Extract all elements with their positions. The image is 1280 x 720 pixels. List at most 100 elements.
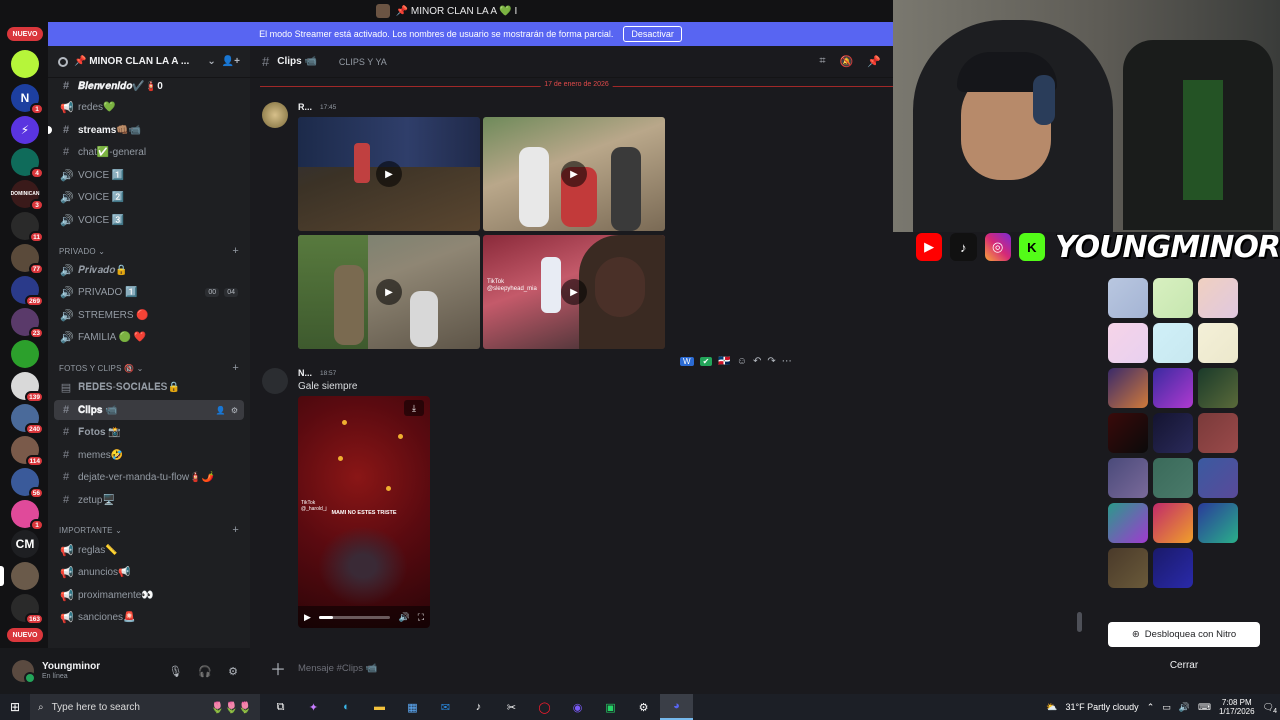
channel-dejate-ver[interactable]: # dejate-ver-manda-tu-flow🧯🌶️ bbox=[54, 467, 244, 487]
add-channel-icon[interactable]: + bbox=[232, 362, 239, 374]
server-icon[interactable]: 163 bbox=[11, 594, 44, 625]
theme-swatch[interactable] bbox=[1108, 503, 1148, 543]
channel-stremers[interactable]: 🔊 STREMERS 🔴 bbox=[54, 305, 244, 325]
channel-clips[interactable]: # 𝐂𝐥𝐢𝐩𝐬 📹 👤 ⚙ bbox=[54, 400, 244, 420]
more-icon[interactable]: ⋯ bbox=[782, 356, 792, 367]
channel-reglas[interactable]: 📢 reglas📏 bbox=[54, 540, 244, 560]
theme-swatch[interactable] bbox=[1108, 368, 1148, 408]
weather-text[interactable]: 31°F Partly cloudy bbox=[1066, 702, 1139, 712]
theme-swatch[interactable] bbox=[1198, 458, 1238, 498]
streaming-app-icon[interactable]: ⚙ bbox=[627, 694, 660, 720]
invite-people-icon[interactable]: 👤+ bbox=[222, 56, 240, 67]
category-importante[interactable]: IMPORTANTE ⌄ + bbox=[59, 523, 239, 537]
search-app-icon[interactable]: ◉ bbox=[561, 694, 594, 720]
volume-icon[interactable]: 🔊 bbox=[1179, 702, 1190, 713]
server-icon[interactable]: 139 bbox=[11, 372, 44, 403]
channel-bienvenido[interactable]: # 𝑩𝒊𝒆𝒏𝒗𝒆𝒏𝒊𝒅𝒐✔️🧯0 bbox=[54, 76, 244, 96]
channel-voice-2[interactable]: 🔊 VOICE 2️⃣ bbox=[54, 187, 244, 207]
taskbar-search[interactable]: ⌕ Type here to search 🌷🌷🌷 bbox=[30, 694, 260, 720]
gear-icon[interactable]: ⚙ bbox=[231, 406, 238, 415]
message-author[interactable]: R... bbox=[298, 102, 312, 112]
add-channel-icon[interactable]: + bbox=[232, 524, 239, 536]
server-icon[interactable]: 1 bbox=[11, 500, 44, 531]
server-icon[interactable]: N1 bbox=[11, 84, 44, 115]
whatsapp-icon[interactable]: ▣ bbox=[594, 694, 627, 720]
channel-familia[interactable]: 🔊 FAMILIA 🟢 ❤️ bbox=[54, 327, 244, 347]
server-icon[interactable]: 269 bbox=[11, 276, 44, 307]
add-reaction-icon[interactable]: ☺ bbox=[737, 356, 747, 367]
new-badge-bottom[interactable]: NUEVO bbox=[7, 628, 43, 642]
avatar[interactable] bbox=[12, 660, 36, 684]
video-progress-bar[interactable] bbox=[318, 615, 391, 619]
theme-swatch[interactable] bbox=[1198, 278, 1238, 318]
ime-icon[interactable]: ⌨ bbox=[1198, 702, 1211, 713]
message-input[interactable]: Mensaje #Clips 📹 bbox=[298, 663, 377, 674]
theme-swatch[interactable] bbox=[1153, 458, 1193, 498]
theme-swatch[interactable] bbox=[1153, 278, 1193, 318]
category-fotos-clips[interactable]: FOTOS Y CLIPS 🔞 ⌄ + bbox=[59, 361, 239, 375]
server-icon[interactable]: 11 bbox=[11, 212, 44, 243]
new-badge-top[interactable]: NUEVO bbox=[7, 27, 43, 41]
video-attachment[interactable]: ▶ bbox=[298, 117, 480, 231]
reaction-check-icon[interactable]: ✔ bbox=[699, 357, 713, 366]
mute-bell-icon[interactable]: 🔕 bbox=[840, 55, 854, 68]
pin-icon[interactable]: 📌 bbox=[867, 55, 881, 68]
play-icon[interactable]: ▶ bbox=[561, 161, 587, 187]
video-attachment[interactable]: TikTok @sleepyhead_mia ▶ bbox=[483, 235, 665, 349]
theme-swatch[interactable] bbox=[1198, 503, 1238, 543]
threads-icon[interactable]: ⌗ bbox=[819, 55, 825, 68]
add-attachment-icon[interactable]: ＋ bbox=[270, 656, 286, 680]
server-icon[interactable]: 23 bbox=[11, 308, 44, 339]
channel-voice-1[interactable]: 🔊 VOICE 1️⃣ bbox=[54, 165, 244, 185]
server-icon[interactable]: 56 bbox=[11, 468, 44, 499]
theme-swatch[interactable] bbox=[1198, 323, 1238, 363]
video-attachment[interactable]: ▶ bbox=[483, 117, 665, 231]
channel-streams[interactable]: # streams👊🏽📹 bbox=[48, 120, 244, 140]
add-channel-icon[interactable]: + bbox=[232, 245, 239, 257]
channel-redes[interactable]: 📢 redes💚 bbox=[54, 97, 244, 117]
clock[interactable]: 7:08 PM 1/17/2026 bbox=[1219, 698, 1255, 716]
server-icon[interactable]: DOMINICAN 3 bbox=[11, 180, 44, 211]
avatar[interactable] bbox=[262, 102, 288, 128]
avatar[interactable] bbox=[262, 368, 288, 394]
tiktok-app-icon[interactable]: ♪ bbox=[462, 694, 495, 720]
server-icon[interactable]: CM bbox=[11, 530, 39, 558]
theme-swatch[interactable] bbox=[1108, 458, 1148, 498]
headphones-icon[interactable]: 🎧 bbox=[198, 665, 212, 678]
server-icon[interactable] bbox=[11, 50, 39, 78]
theme-swatch[interactable] bbox=[1153, 323, 1193, 363]
fullscreen-icon[interactable]: ⛶ bbox=[418, 612, 424, 623]
close-button[interactable]: Cerrar bbox=[1108, 660, 1260, 678]
server-icon[interactable] bbox=[0, 562, 39, 590]
channel-topic[interactable]: CLIPS Y YA bbox=[339, 57, 387, 67]
show-hidden-icons-icon[interactable]: ⌃ bbox=[1147, 702, 1155, 713]
deactivate-button[interactable]: Desactivar bbox=[623, 26, 682, 42]
theme-swatch[interactable] bbox=[1198, 413, 1238, 453]
unlock-nitro-button[interactable]: ⊛ Desbloquea con Nitro bbox=[1108, 622, 1260, 647]
notification-icon[interactable]: 🗨 4 bbox=[1263, 702, 1277, 715]
channel-memes[interactable]: # memes🤣 bbox=[54, 445, 244, 465]
channel-voice-3[interactable]: 🔊 VOICE 3️⃣ bbox=[54, 210, 244, 230]
theme-swatch[interactable] bbox=[1153, 548, 1193, 588]
capcut-icon[interactable]: ✂ bbox=[495, 694, 528, 720]
reply-icon[interactable]: ↶ bbox=[753, 356, 761, 367]
volume-icon[interactable]: 🔊 bbox=[398, 612, 409, 623]
video-attachment[interactable]: ▶ bbox=[298, 235, 480, 349]
channel-chat-general[interactable]: # chat✅-general bbox=[54, 142, 244, 162]
server-icon[interactable] bbox=[11, 340, 39, 368]
reaction-w-icon[interactable]: W bbox=[680, 357, 694, 366]
server-icon[interactable]: 240 bbox=[11, 404, 44, 435]
task-view-icon[interactable]: ⧉ bbox=[264, 694, 297, 720]
video-player[interactable]: ⤓ TikTok @_harold_j MAMI NO ESTES TRISTE … bbox=[298, 396, 430, 628]
channel-fotos[interactable]: # 𝐅𝐨𝐭𝐨𝐬 📸 bbox=[54, 422, 244, 442]
channel-privado-1[interactable]: 🔊 PRIVADO 1️⃣ 00 04 bbox=[54, 282, 244, 302]
scrollbar[interactable] bbox=[1077, 612, 1082, 632]
server-icon[interactable]: ⚡ bbox=[11, 116, 39, 144]
outlook-icon[interactable]: ✉ bbox=[429, 694, 462, 720]
category-privado[interactable]: PRIVADO ⌄ + bbox=[59, 244, 239, 258]
message-author[interactable]: N... bbox=[298, 368, 312, 378]
theme-swatch[interactable] bbox=[1108, 323, 1148, 363]
gear-icon[interactable]: ⚙ bbox=[228, 665, 238, 678]
theme-swatch[interactable] bbox=[1153, 503, 1193, 543]
windows-start-icon[interactable]: ⊞ bbox=[0, 694, 30, 720]
